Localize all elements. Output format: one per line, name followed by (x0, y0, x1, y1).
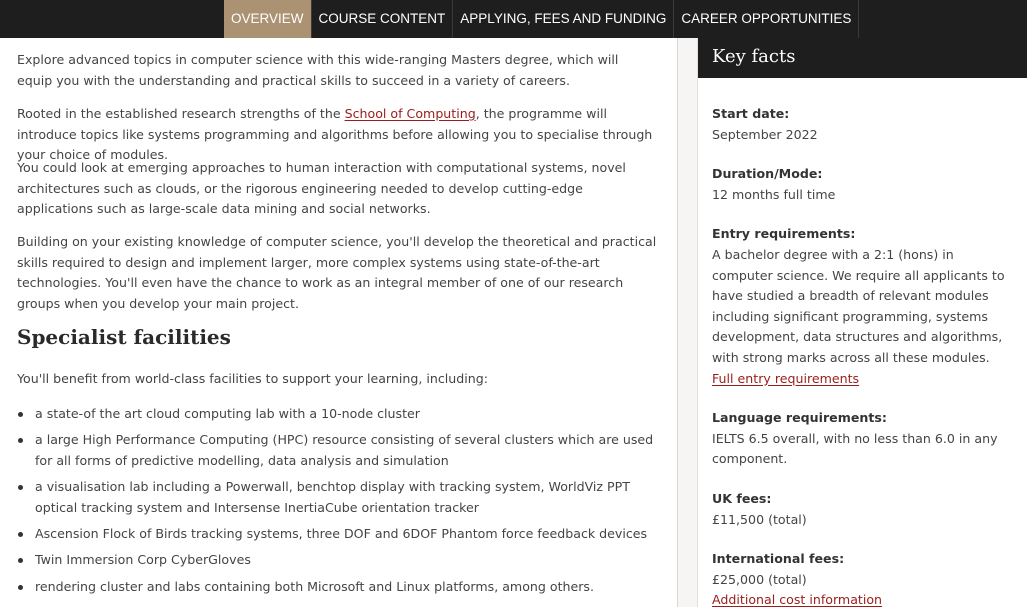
full-entry-requirements-link[interactable]: Full entry requirements (712, 371, 859, 386)
key-facts-title: Key facts (698, 38, 1027, 78)
international-fees-label: International fees: (712, 551, 845, 567)
overview-content: Explore advanced topics in computer scie… (0, 38, 678, 607)
list-item: rendering cluster and labs containing bo… (17, 577, 657, 598)
key-facts-panel: Key facts Start date: September 2022 Dur… (697, 38, 1027, 607)
international-fees-value: £25,000 (total) (712, 571, 807, 587)
facility-text: rendering cluster and labs containing bo… (35, 578, 594, 594)
duration-fact: Duration/Mode: 12 months full time (712, 164, 1013, 205)
language-requirements-value: IELTS 6.5 overall, with no less than 6.0… (712, 430, 998, 467)
research-paragraph: Rooted in the established research stren… (17, 104, 657, 166)
intro-paragraph: Explore advanced topics in computer scie… (17, 52, 619, 88)
additional-cost-information-link[interactable]: Additional cost information (712, 592, 882, 607)
facility-text: a visualisation lab including a Powerwal… (35, 479, 630, 515)
duration-label: Duration/Mode: (712, 166, 823, 182)
bullet-icon (18, 412, 23, 417)
start-date-fact: Start date: September 2022 (712, 104, 1013, 145)
entry-requirements-label: Entry requirements: (712, 226, 856, 242)
facilities-list: a state-of the art cloud computing lab w… (17, 404, 657, 603)
tab-course-content[interactable]: COURSE CONTENT (312, 0, 454, 38)
bullet-icon (18, 485, 23, 491)
language-requirements-fact: Language requirements: IELTS 6.5 overall… (712, 408, 1013, 470)
tab-career-opportunities[interactable]: CAREER OPPORTUNITIES (674, 0, 860, 38)
bullet-icon (18, 438, 23, 444)
skills-paragraph: Building on your existing knowledge of c… (17, 234, 657, 311)
specialist-facilities-heading: Specialist facilities (17, 325, 231, 349)
list-item: Ascension Flock of Birds tracking system… (17, 524, 657, 545)
bullet-icon (18, 584, 23, 590)
bullet-icon (18, 532, 23, 538)
school-of-computing-link[interactable]: School of Computing (345, 106, 476, 121)
tab-applying-fees-funding[interactable]: APPLYING, FEES AND FUNDING (453, 0, 675, 38)
uk-fees-value: £11,500 (total) (712, 511, 807, 527)
duration-value: 12 months full time (712, 186, 836, 202)
international-fees-fact: International fees: £25,000 (total) Addi… (712, 549, 1013, 607)
facility-text: a large High Performance Computing (HPC)… (35, 432, 654, 468)
tab-overview[interactable]: OVERVIEW (224, 0, 312, 38)
facility-text: Ascension Flock of Birds tracking system… (35, 526, 648, 542)
language-requirements-label: Language requirements: (712, 410, 887, 426)
start-date-value: September 2022 (712, 126, 818, 142)
top-navigation-bar: OVERVIEW COURSE CONTENT APPLYING, FEES A… (0, 0, 1027, 38)
topics-paragraph: You could look at emerging approaches to… (17, 160, 626, 217)
entry-requirements-value: A bachelor degree with a 2:1 (hons) in c… (712, 246, 1005, 365)
start-date-label: Start date: (712, 106, 790, 121)
list-item: Twin Immersion Corp CyberGloves (17, 550, 657, 571)
uk-fees-fact: UK fees: £11,500 (total) (712, 489, 1013, 530)
research-text-before: Rooted in the established research stren… (17, 106, 345, 121)
list-item: a visualisation lab including a Powerwal… (17, 477, 657, 519)
section-nav: OVERVIEW COURSE CONTENT APPLYING, FEES A… (224, 0, 860, 38)
bullet-icon (18, 558, 23, 564)
facility-text: Twin Immersion Corp CyberGloves (35, 552, 251, 568)
entry-requirements-fact: Entry requirements: A bachelor degree wi… (712, 224, 1013, 389)
key-facts-body: Start date: September 2022 Duration/Mode… (698, 78, 1027, 607)
list-item: a large High Performance Computing (HPC)… (17, 430, 657, 472)
list-item: a state-of the art cloud computing lab w… (17, 404, 657, 425)
uk-fees-label: UK fees: (712, 490, 772, 506)
facility-text: a state-of the art cloud computing lab w… (35, 406, 420, 421)
facilities-intro: You'll benefit from world-class faciliti… (17, 371, 488, 386)
